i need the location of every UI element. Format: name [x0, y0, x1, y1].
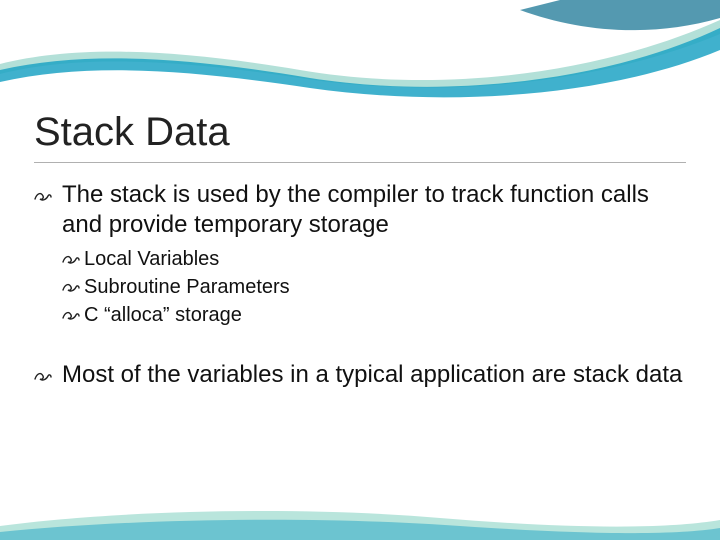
slide: Stack Data The stack is used by the comp…: [0, 0, 720, 540]
title-underline: [34, 162, 686, 163]
bullet-marker-icon: [62, 246, 84, 272]
bullet-marker-icon: [34, 360, 62, 390]
spacer: [34, 330, 686, 360]
bullet-level1: Most of the variables in a typical appli…: [34, 360, 686, 390]
bullet-level2: C “alloca” storage: [34, 302, 686, 328]
bullet-marker-icon: [34, 180, 62, 210]
bullet-level2: Subroutine Parameters: [34, 274, 686, 300]
slide-title: Stack Data: [34, 110, 230, 155]
bullet-text: The stack is used by the compiler to tra…: [62, 181, 649, 238]
bullet-text: Most of the variables in a typical appli…: [62, 361, 682, 388]
top-swoosh-decoration: [0, 0, 720, 105]
bullet-text: Local Variables: [84, 248, 219, 270]
bullet-marker-icon: [62, 302, 84, 328]
bullet-text: C “alloca” storage: [84, 304, 242, 326]
bullet-level2: Local Variables: [34, 246, 686, 272]
bottom-swoosh-decoration: [0, 500, 720, 540]
bullet-text: Subroutine Parameters: [84, 276, 290, 298]
bullet-level1: The stack is used by the compiler to tra…: [34, 180, 686, 240]
bullet-marker-icon: [62, 274, 84, 300]
content-area: The stack is used by the compiler to tra…: [34, 180, 686, 396]
